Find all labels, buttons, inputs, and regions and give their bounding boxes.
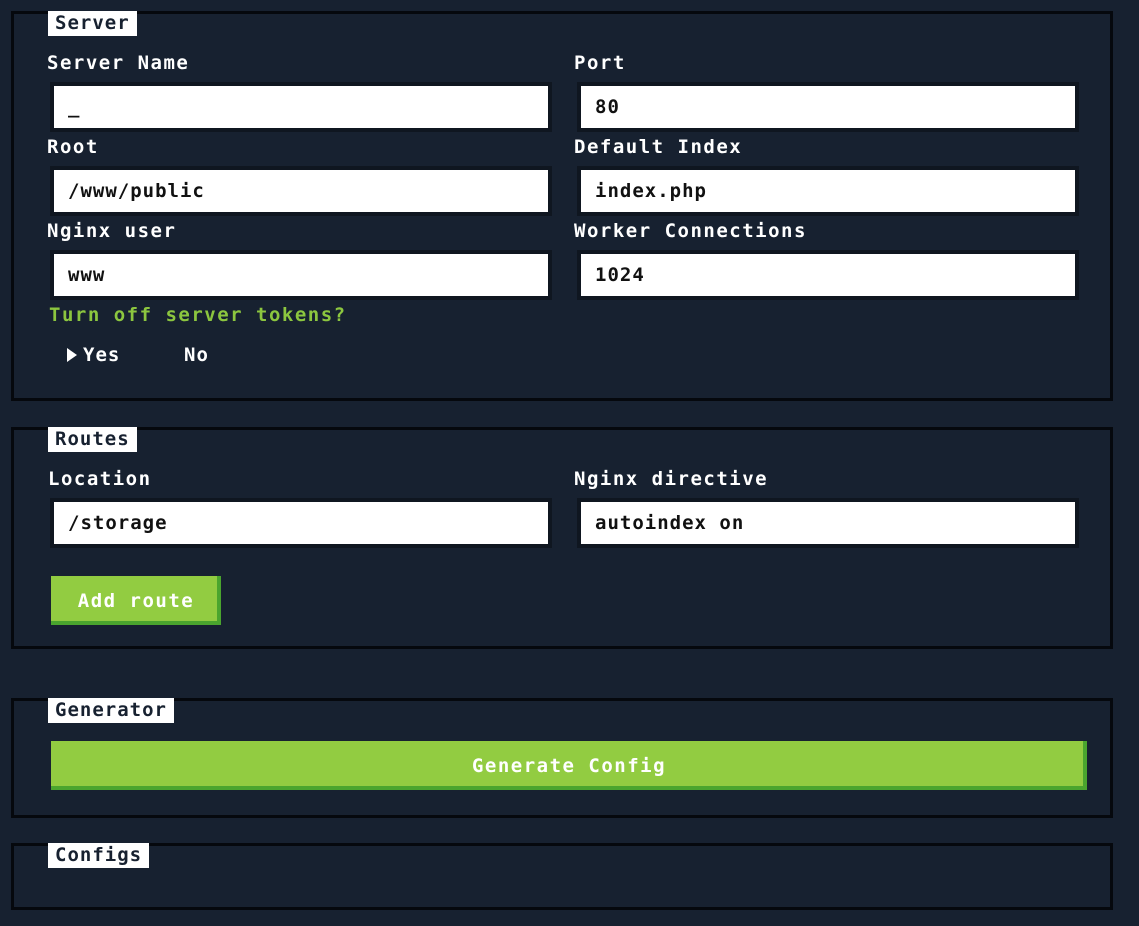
radio-yes-label: Yes xyxy=(83,344,121,366)
server-name-field-wrap xyxy=(50,82,552,132)
configs-section: Configs xyxy=(11,843,1113,910)
default-index-label: Default Index xyxy=(574,136,743,158)
configs-legend: Configs xyxy=(48,843,150,868)
radio-option-yes[interactable]: Yes xyxy=(67,344,120,366)
nginx-directive-field-wrap xyxy=(577,498,1079,548)
location-label: Location xyxy=(48,468,152,490)
radio-option-no[interactable]: No xyxy=(184,344,209,366)
root-label: Root xyxy=(47,136,99,158)
worker-connections-field-wrap xyxy=(577,250,1079,300)
server-tokens-question: Turn off server tokens? xyxy=(49,304,347,326)
routes-section: Routes Location Nginx directive Add rout… xyxy=(11,427,1113,649)
generator-section: Generator Generate Config xyxy=(11,698,1113,818)
server-section: Server Server Name Port Root Default Ind… xyxy=(11,11,1113,401)
default-index-field-wrap xyxy=(577,166,1079,216)
selected-arrow-icon xyxy=(67,348,77,362)
generate-config-button[interactable]: Generate Config xyxy=(51,741,1087,790)
server-name-input[interactable] xyxy=(54,86,548,128)
server-legend: Server xyxy=(48,11,137,36)
nginx-user-input[interactable] xyxy=(54,254,548,296)
worker-connections-label: Worker Connections xyxy=(574,220,807,242)
add-route-button[interactable]: Add route xyxy=(51,576,221,625)
routes-legend: Routes xyxy=(48,427,137,452)
location-field-wrap xyxy=(50,498,552,548)
nginx-user-field-wrap xyxy=(50,250,552,300)
root-input[interactable] xyxy=(54,170,548,212)
worker-connections-input[interactable] xyxy=(581,254,1075,296)
default-index-input[interactable] xyxy=(581,170,1075,212)
port-input[interactable] xyxy=(581,86,1075,128)
location-input[interactable] xyxy=(54,502,548,544)
nginx-directive-input[interactable] xyxy=(581,502,1075,544)
nginx-user-label: Nginx user xyxy=(47,220,177,242)
nginx-directive-label: Nginx directive xyxy=(574,468,769,490)
generator-legend: Generator xyxy=(48,698,174,723)
root-field-wrap xyxy=(50,166,552,216)
radio-no-label: No xyxy=(184,344,209,366)
port-label: Port xyxy=(574,52,626,74)
server-name-label: Server Name xyxy=(47,52,190,74)
port-field-wrap xyxy=(577,82,1079,132)
